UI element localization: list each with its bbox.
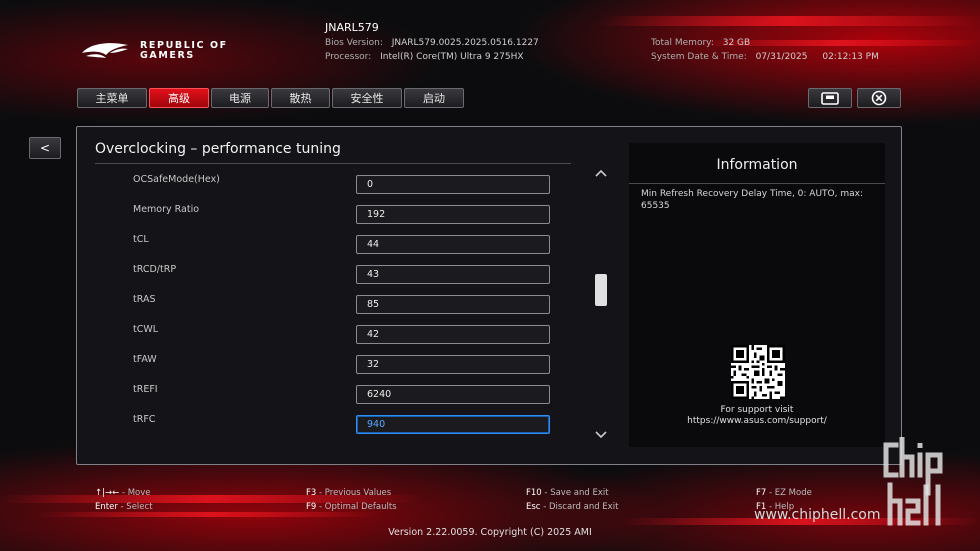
help-esc-key: Esc xyxy=(526,502,541,512)
total-memory-label: Total Memory: xyxy=(651,38,714,48)
setting-field-tras[interactable]: 85 xyxy=(356,295,550,314)
total-memory-value: 32 GB xyxy=(722,38,751,48)
rog-eye-icon xyxy=(82,43,128,58)
support-url[interactable]: https://www.asus.com/support/ xyxy=(629,416,885,427)
scrollbar-thumb[interactable] xyxy=(595,274,607,306)
title-divider xyxy=(95,163,571,164)
support-text: For support visit xyxy=(720,405,794,415)
setting-label-memory-ratio: Memory Ratio xyxy=(133,204,200,215)
setting-field-trefi[interactable]: 6240 xyxy=(356,385,550,404)
setting-label-trcd-trp: tRCD/tRP xyxy=(133,264,177,275)
bios-version-value: JNARL579.0025.2025.0516.1227 xyxy=(391,38,539,48)
red-streak xyxy=(597,16,980,26)
page-title: Overclocking – performance tuning xyxy=(95,141,341,157)
back-button[interactable]: < xyxy=(29,137,61,159)
info-panel: Information Min Refresh Recovery Delay T… xyxy=(629,143,885,447)
tab-security[interactable]: 安全性 xyxy=(332,88,402,108)
tab-thermal[interactable]: 散热 xyxy=(271,88,330,108)
info-description: Min Refresh Recovery Delay Time, 0: AUTO… xyxy=(641,189,863,211)
help-move-keys: ↑|→← xyxy=(95,488,120,498)
setting-label-tras: tRAS xyxy=(133,294,156,305)
bios-version-label: Bios Version: xyxy=(325,38,383,48)
help-f10-text: - Save and Exit xyxy=(544,488,609,498)
version-text: Version 2.22.0059. Copyright (C) 2025 AM… xyxy=(388,527,592,538)
setting-label-trfc: tRFC xyxy=(133,414,156,425)
logo-line-2: GAMERS xyxy=(140,50,195,61)
setting-label-tcl: tCL xyxy=(133,234,149,245)
rog-logo: REPUBLIC OF GAMERS xyxy=(80,41,228,61)
help-f3-key: F3 xyxy=(306,488,317,498)
setting-field-ocsafemode[interactable]: 0 xyxy=(356,175,550,194)
help-f9: F9 - Optimal Defaults xyxy=(306,502,397,512)
qr-code-icon xyxy=(731,345,785,399)
help-esc-text: - Discard and Exit xyxy=(543,502,619,512)
chiphell-logo-icon xyxy=(883,437,943,526)
processor-label: Processor: xyxy=(325,52,372,62)
help-f7: F7 - EZ Mode xyxy=(756,488,812,498)
tab-main[interactable]: 主菜单 xyxy=(77,88,147,108)
help-f3-text: - Previous Values xyxy=(319,488,392,498)
setting-field-tcwl[interactable]: 42 xyxy=(356,325,550,344)
model-name: JNARL579 xyxy=(325,21,379,34)
setting-field-trcd-trp[interactable]: 43 xyxy=(356,265,550,284)
datetime-label: System Date & Time: xyxy=(651,52,747,62)
watermark-url: www.chiphell.com xyxy=(754,507,881,523)
logo-text: REPUBLIC OF GAMERS xyxy=(140,41,228,61)
datetime-row: System Date & Time: 07/31/2025 02:12:13 … xyxy=(651,52,879,62)
help-f7-key: F7 xyxy=(756,488,767,498)
help-esc: Esc - Discard and Exit xyxy=(526,502,618,512)
bios-version-row: Bios Version: JNARL579.0025.2025.0516.12… xyxy=(325,38,539,48)
tab-boot[interactable]: 启动 xyxy=(404,88,464,108)
help-f10-key: F10 xyxy=(526,488,542,498)
info-divider xyxy=(629,183,885,184)
setting-field-tfaw[interactable]: 32 xyxy=(356,355,550,374)
save-button[interactable] xyxy=(808,88,852,108)
setting-label-ocsafemode: OCSafeMode(Hex) xyxy=(133,174,220,185)
scroll-up-icon[interactable] xyxy=(594,168,608,178)
scroll-down-icon[interactable] xyxy=(594,430,608,440)
help-move-text: - Move xyxy=(121,488,151,498)
setting-field-tcl[interactable]: 44 xyxy=(356,235,550,254)
save-icon xyxy=(821,91,839,105)
close-circle-icon xyxy=(871,90,887,106)
setting-label-tfaw: tFAW xyxy=(133,354,157,365)
menu-tabs: 主菜单 高级 电源 散热 安全性 启动 xyxy=(77,88,464,108)
exit-button[interactable] xyxy=(857,88,901,108)
setting-field-memory-ratio[interactable]: 192 xyxy=(356,205,550,224)
help-f3: F3 - Previous Values xyxy=(306,488,391,498)
help-f9-text: - Optimal Defaults xyxy=(319,502,397,512)
setting-field-trfc[interactable]: 940 xyxy=(356,415,550,434)
help-select: Enter - Select xyxy=(95,502,153,512)
help-f10: F10 - Save and Exit xyxy=(526,488,609,498)
date-value[interactable]: 07/31/2025 xyxy=(756,52,808,62)
help-f7-text: - EZ Mode xyxy=(769,488,812,498)
help-enter-key: Enter xyxy=(95,502,118,512)
help-select-text: - Select xyxy=(120,502,153,512)
processor-row: Processor: Intel(R) Core(TM) Ultra 9 275… xyxy=(325,52,524,62)
setting-label-trefi: tREFI xyxy=(133,384,158,395)
info-title: Information xyxy=(716,157,798,173)
help-move: ↑|→← - Move xyxy=(95,488,151,498)
time-value[interactable]: 02:12:13 PM xyxy=(822,52,878,62)
red-streak xyxy=(38,512,382,517)
processor-value: Intel(R) Core(TM) Ultra 9 275HX xyxy=(380,52,524,62)
tab-power[interactable]: 电源 xyxy=(211,88,269,108)
tab-advanced[interactable]: 高级 xyxy=(149,88,209,108)
setting-label-tcwl: tCWL xyxy=(133,324,159,335)
total-memory-row: Total Memory: 32 GB xyxy=(651,38,750,48)
help-f9-key: F9 xyxy=(306,502,317,512)
